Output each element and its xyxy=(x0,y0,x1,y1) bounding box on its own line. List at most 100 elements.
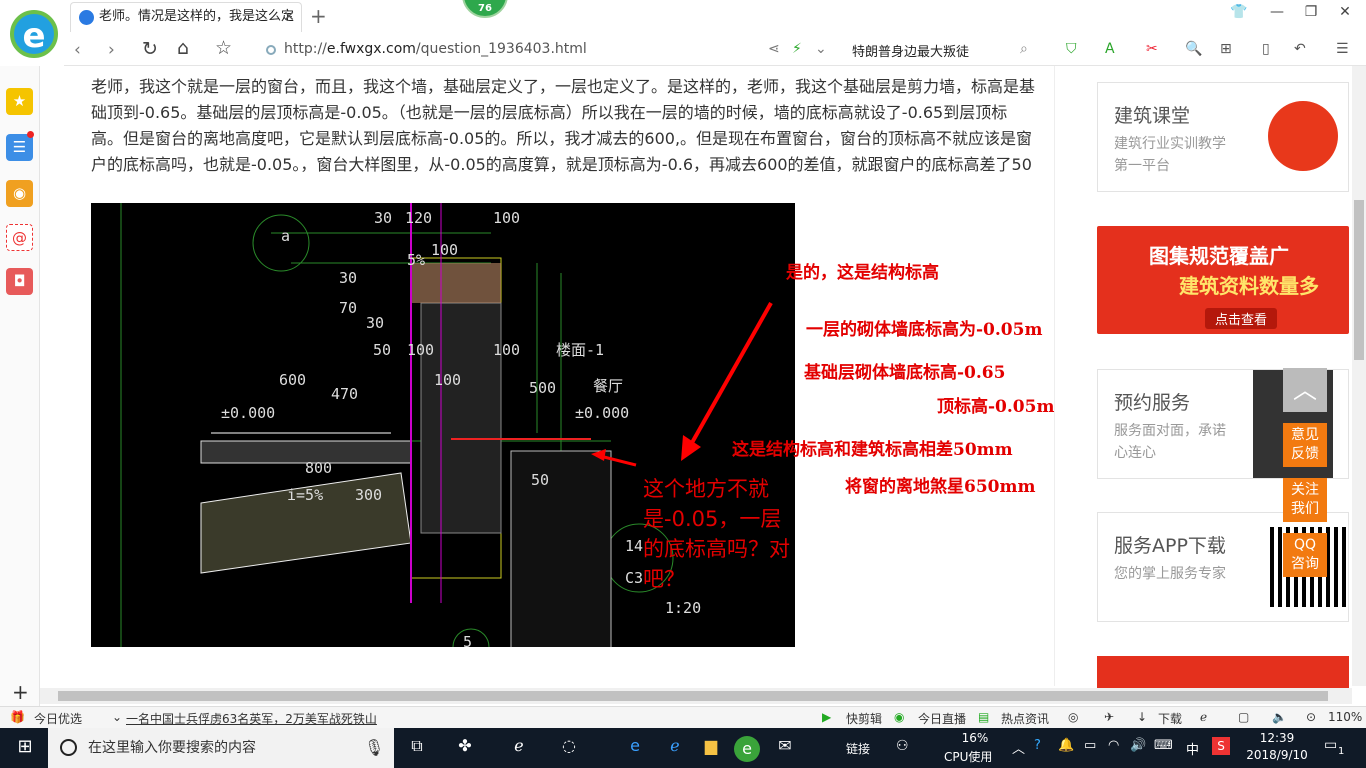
banner-button[interactable]: 点击查看 xyxy=(1205,308,1278,329)
minimize-button[interactable]: — xyxy=(1262,4,1292,20)
follow-button[interactable]: 关注我们 xyxy=(1283,478,1327,522)
microphone-icon[interactable]: 🎙 xyxy=(364,728,384,768)
menu-icon[interactable]: ☰ xyxy=(1336,41,1349,57)
restore-button[interactable]: ❐ xyxy=(1296,4,1326,20)
wifi-icon[interactable]: ◠ xyxy=(1108,738,1119,753)
play-icon[interactable]: ▶ xyxy=(822,710,831,724)
ie-icon[interactable]: ℯ xyxy=(1200,710,1207,724)
game-icon[interactable]: ◘ xyxy=(6,268,33,295)
search-icon[interactable]: ⌕ xyxy=(1020,41,1028,57)
tab-active[interactable]: 老师。情况是这样的，我是这么定 ✕ xyxy=(70,2,302,32)
clock-date[interactable]: 2018/9/10 xyxy=(1246,748,1308,762)
find-icon[interactable]: 🔍 xyxy=(1185,41,1202,57)
download-label[interactable]: 下载 xyxy=(1158,710,1182,727)
favorite-star-icon[interactable]: ☆ xyxy=(215,37,232,59)
close-window-button[interactable]: ✕ xyxy=(1330,4,1360,20)
links-label[interactable]: 链接 xyxy=(846,740,870,757)
help-icon[interactable]: ? xyxy=(1034,738,1041,753)
horizontal-scrollbar[interactable] xyxy=(40,688,1352,704)
scissors-icon[interactable]: ✂ xyxy=(1146,41,1158,57)
forward-icon[interactable]: › xyxy=(108,40,115,60)
swirl-app-icon[interactable]: ◌ xyxy=(556,736,582,760)
today-picks[interactable]: 今日优选 xyxy=(34,710,82,727)
back-to-top-button[interactable]: ︿ xyxy=(1283,368,1327,412)
favorites-icon[interactable]: ★ xyxy=(6,88,33,115)
people-icon[interactable]: ⚇ xyxy=(896,738,909,754)
add-sidebar-icon[interactable]: + xyxy=(12,680,29,704)
clock-time[interactable]: 12:39 xyxy=(1246,731,1308,745)
hot-news[interactable]: 热点资讯 xyxy=(1001,710,1049,727)
shield-icon[interactable]: ⛉ xyxy=(1066,41,1077,57)
chevron-down-icon[interactable]: ⌄ xyxy=(815,41,827,57)
live-icon[interactable]: ◉ xyxy=(894,710,904,724)
dim-label: 1:20 xyxy=(665,599,701,617)
battery-icon[interactable]: ▭ xyxy=(1084,738,1096,753)
bell-icon[interactable]: 🔔 xyxy=(1058,738,1074,753)
translate-icon[interactable]: A xyxy=(1105,41,1115,57)
mail-taskbar-icon[interactable]: ✉ xyxy=(772,736,798,760)
tab-title: 老师。情况是这样的，我是这么定 xyxy=(99,9,295,24)
windows-start-icon[interactable]: ⊞ xyxy=(12,736,38,760)
reading-list-icon[interactable]: ☰ xyxy=(6,134,33,161)
speaker-icon[interactable]: 🔊 xyxy=(1130,738,1146,753)
mail-icon[interactable]: @ xyxy=(6,224,33,251)
qq-consult-button[interactable]: QQ咨询 xyxy=(1283,533,1327,577)
undo-icon[interactable]: ↶ xyxy=(1294,41,1306,57)
taskbar-search[interactable]: 在这里输入你要搜索的内容 🎙 xyxy=(48,728,394,768)
card-classroom[interactable]: 建筑课堂 建筑行业实训教学第一平台 xyxy=(1097,82,1349,192)
sogou-ime-icon[interactable]: S xyxy=(1212,737,1230,755)
volume-icon[interactable]: 🔈 xyxy=(1272,710,1287,724)
skin-icon[interactable]: 👕 xyxy=(1224,4,1254,20)
dim-label: 30 xyxy=(374,209,392,227)
dim-label: 800 xyxy=(305,459,332,477)
news-icon[interactable]: ▤ xyxy=(978,710,989,724)
feedback-button[interactable]: 意见反馈 xyxy=(1283,423,1327,467)
today-live[interactable]: 今日直播 xyxy=(918,710,966,727)
banner-line1: 图集规范覆盖广 xyxy=(1149,244,1289,268)
ime-indicator[interactable]: 中 xyxy=(1186,739,1199,758)
globe-icon[interactable]: ◎ xyxy=(1068,710,1078,724)
gift-icon[interactable]: 🎁 xyxy=(10,710,25,724)
pin-icon[interactable]: ✈ xyxy=(1104,710,1114,724)
banner-ad-bottom[interactable] xyxy=(1097,656,1349,688)
address-bar[interactable]: http://e.fwxgx.com/question_1936403.html xyxy=(284,41,587,57)
zoom-level[interactable]: 110% xyxy=(1328,710,1362,724)
ie-taskbar-icon[interactable]: ℯ xyxy=(506,736,532,760)
quick-clip[interactable]: 快剪辑 xyxy=(846,710,882,727)
apps-icon[interactable]: ⊞ xyxy=(1220,41,1232,57)
new-tab-button[interactable]: + xyxy=(310,4,327,28)
hot-search-input[interactable]: 特朗普身边最大叛徒 xyxy=(852,41,969,60)
banner-ad[interactable]: 图集规范覆盖广 建筑资料数量多 点击查看 xyxy=(1097,226,1349,334)
360-browser-icon[interactable]: e xyxy=(734,736,760,762)
speed-icon[interactable]: ⚡ xyxy=(792,41,802,57)
scroll-thumb[interactable] xyxy=(1354,200,1364,360)
scroll-thumb[interactable] xyxy=(58,691,1328,701)
action-center-icon[interactable]: ▭ xyxy=(1324,737,1337,753)
vertical-scrollbar[interactable] xyxy=(1352,66,1366,686)
keyboard-icon[interactable]: ⌨ xyxy=(1154,738,1173,753)
news-ticker[interactable]: 一名中国士兵俘虏63名英军，2万美军战死铁山 xyxy=(126,710,377,727)
edge-icon[interactable]: e xyxy=(622,736,648,760)
mobile-icon[interactable]: ▯ xyxy=(1262,41,1270,57)
chevron-down-icon[interactable]: ⌄ xyxy=(112,710,122,724)
tray-chevron-icon[interactable]: ︿ xyxy=(1012,738,1025,757)
share-icon[interactable]: ⋖ xyxy=(768,41,780,57)
annotation-top-elevation: 顶标高-0.05m xyxy=(937,397,1055,417)
home-icon[interactable]: ⌂ xyxy=(177,37,189,59)
browser-logo-icon[interactable]: e xyxy=(10,10,58,58)
task-view-icon[interactable]: ⧉ xyxy=(404,736,430,760)
weibo-icon[interactable]: ◉ xyxy=(6,180,33,207)
download-icon[interactable]: ↓ xyxy=(1137,710,1147,724)
window-icon[interactable]: ▢ xyxy=(1238,710,1249,724)
dim-label: a xyxy=(281,227,290,245)
dim-label: 70 xyxy=(339,299,357,317)
close-tab-icon[interactable]: ✕ xyxy=(283,3,295,31)
pinwheel-app-icon[interactable]: ✤ xyxy=(452,736,478,760)
zoom-icon[interactable]: ⊙ xyxy=(1306,710,1316,724)
dim-label: 120 xyxy=(405,209,432,227)
file-explorer-icon[interactable]: ▆ xyxy=(698,736,724,760)
site-info-icon[interactable] xyxy=(266,45,276,55)
internet-explorer-icon[interactable]: ℯ xyxy=(662,736,688,760)
refresh-icon[interactable]: ↻ xyxy=(142,38,158,60)
back-icon[interactable]: ‹ xyxy=(74,40,81,60)
